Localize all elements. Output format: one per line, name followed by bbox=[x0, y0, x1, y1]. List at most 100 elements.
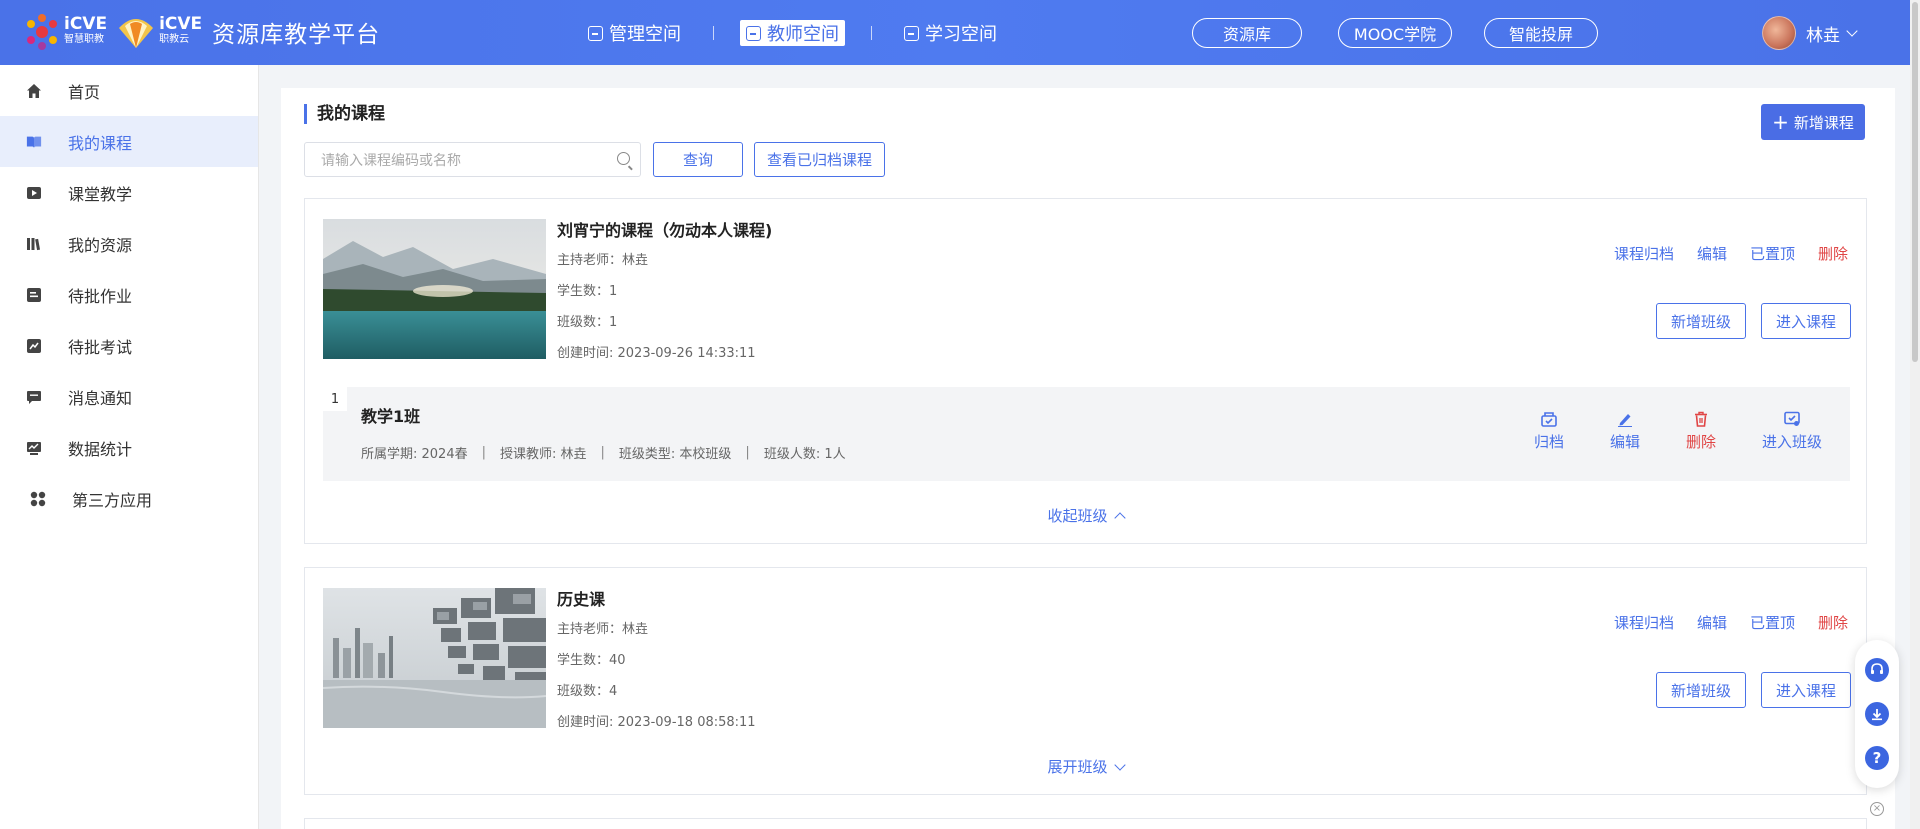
query-button[interactable]: 查询 bbox=[653, 142, 743, 177]
course-created-time: 创建时间: 2023-09-18 08:58:11 bbox=[557, 715, 756, 730]
sidebar-item-messages[interactable]: 消息通知 bbox=[0, 371, 258, 422]
sidebar-item-label: 课堂教学 bbox=[68, 184, 133, 204]
logo1-sub: 智慧职教 bbox=[64, 34, 104, 45]
add-class-button[interactable]: 新增班级 bbox=[1656, 303, 1746, 339]
class-name: 教学1班 bbox=[361, 407, 421, 426]
course-name[interactable]: 刘宵宁的课程（勿动本人课程) bbox=[557, 217, 772, 241]
study-space-icon bbox=[904, 25, 919, 41]
zhijiaoyun-logo-mark bbox=[115, 14, 157, 50]
search-icon[interactable] bbox=[617, 152, 630, 165]
search-input[interactable]: 请输入课程编码或名称 bbox=[304, 142, 641, 177]
pinned-course-link[interactable]: 已置顶 bbox=[1750, 612, 1795, 633]
homework-icon bbox=[26, 287, 42, 303]
edit-class-button[interactable]: 编辑 bbox=[1610, 411, 1640, 452]
sidebar-item-third-party[interactable]: 第三方应用 bbox=[0, 473, 258, 524]
sidebar-item-label: 待批考试 bbox=[68, 337, 133, 357]
user-menu[interactable]: 林垚 bbox=[1762, 16, 1858, 50]
course-host: 主持老师：林垚 bbox=[557, 622, 649, 637]
course-thumbnail[interactable] bbox=[323, 219, 546, 359]
view-archived-button[interactable]: 查看已归档课程 bbox=[754, 142, 885, 177]
meta-divider: | bbox=[481, 445, 486, 460]
space-nav: 管理空间 教师空间 学习空间 bbox=[582, 20, 1003, 46]
delete-class-button[interactable]: 删除 bbox=[1686, 411, 1716, 452]
scrollbar-thumb[interactable] bbox=[1912, 2, 1918, 362]
course-thumbnail[interactable] bbox=[323, 588, 546, 728]
course-actions: 课程归档 编辑 已置顶 删除 bbox=[1591, 612, 1848, 633]
message-icon bbox=[26, 389, 42, 405]
class-meta: 所属学期: 2024春 | 授课教师: 林垚 | 班级类型: 本校班级 | 班级… bbox=[361, 443, 846, 462]
user-name: 林垚 bbox=[1806, 25, 1840, 46]
expand-classes-label: 展开班级 bbox=[1047, 758, 1108, 776]
course-class-count: 班级数：4 bbox=[557, 684, 618, 699]
collapse-classes-label: 收起班级 bbox=[1047, 507, 1108, 525]
delete-course-link[interactable]: 删除 bbox=[1818, 612, 1848, 633]
download-icon[interactable] bbox=[1865, 702, 1889, 726]
add-course-label: 新增课程 bbox=[1793, 113, 1854, 132]
resource-library-button[interactable]: 资源库 bbox=[1192, 18, 1302, 48]
archive-class-label: 归档 bbox=[1534, 433, 1565, 451]
icve-logo-mark bbox=[22, 12, 62, 52]
exam-icon bbox=[26, 338, 42, 354]
nav-divider bbox=[871, 26, 872, 40]
logo-area[interactable]: iCVE 智慧职教 iCVE 职教云 资源库教学平台 bbox=[22, 12, 380, 52]
smart-cast-button[interactable]: 智能投屏 bbox=[1484, 18, 1598, 48]
edit-course-link[interactable]: 编辑 bbox=[1697, 612, 1727, 633]
archive-course-link[interactable]: 课程归档 bbox=[1614, 612, 1674, 633]
delete-course-link[interactable]: 删除 bbox=[1818, 243, 1848, 264]
collapse-classes-toggle[interactable]: 收起班级 bbox=[305, 505, 1866, 526]
course-info: 刘宵宁的课程（勿动本人课程) 主持老师：林垚 学生数：1 班级数：1 创建时间:… bbox=[557, 217, 772, 365]
nav-study-label: 学习空间 bbox=[925, 24, 997, 45]
pinned-course-link[interactable]: 已置顶 bbox=[1750, 243, 1795, 264]
nav-teacher-label: 教师空间 bbox=[767, 24, 839, 45]
help-icon[interactable]: ? bbox=[1865, 746, 1889, 770]
apps-icon bbox=[30, 491, 46, 507]
course-name[interactable]: 历史课 bbox=[557, 586, 756, 610]
mooc-college-button[interactable]: MOOC学院 bbox=[1338, 18, 1452, 48]
enter-course-button[interactable]: 进入课程 bbox=[1761, 303, 1851, 339]
trash-icon bbox=[1692, 411, 1710, 427]
sidebar-item-label: 我的课程 bbox=[68, 133, 133, 153]
sidebar-item-exam[interactable]: 待批考试 bbox=[0, 320, 258, 371]
class-size: 班级人数: 1人 bbox=[763, 447, 846, 462]
course-host: 主持老师：林垚 bbox=[557, 253, 649, 268]
main-content: 我的课程 + 新增课程 请输入课程编码或名称 查询 查看已归档课程 刘宵宁的课程… bbox=[281, 88, 1895, 829]
meta-divider: | bbox=[600, 445, 605, 460]
manage-space-icon bbox=[588, 25, 603, 41]
enter-course-button[interactable]: 进入课程 bbox=[1761, 672, 1851, 708]
course-card: 刘宵宁的课程（勿动本人课程) 主持老师：林垚 学生数：1 班级数：1 创建时间:… bbox=[304, 198, 1867, 544]
sidebar-item-stats[interactable]: 数据统计 bbox=[0, 422, 258, 473]
course-card: 历史课 主持老师：林垚 学生数：40 班级数：4 创建时间: 2023-09-1… bbox=[304, 567, 1867, 795]
edit-course-link[interactable]: 编辑 bbox=[1697, 243, 1727, 264]
chevron-down-icon bbox=[1846, 25, 1858, 37]
course-students: 学生数：40 bbox=[557, 653, 626, 668]
archive-icon bbox=[1540, 411, 1558, 427]
close-icon[interactable]: × bbox=[1870, 802, 1884, 816]
expand-classes-toggle[interactable]: 展开班级 bbox=[305, 756, 1866, 777]
enter-class-label: 进入班级 bbox=[1762, 433, 1823, 451]
add-class-button[interactable]: 新增班级 bbox=[1656, 672, 1746, 708]
customer-service-icon[interactable] bbox=[1865, 658, 1889, 682]
sidebar-item-resources[interactable]: 我的资源 bbox=[0, 218, 258, 269]
page-scrollbar[interactable] bbox=[1910, 0, 1920, 829]
logo1-name: iCVE bbox=[64, 14, 108, 34]
nav-manage-space[interactable]: 管理空间 bbox=[582, 20, 687, 46]
nav-study-space[interactable]: 学习空间 bbox=[898, 20, 1003, 46]
sidebar-item-my-courses[interactable]: 我的课程 bbox=[0, 116, 258, 167]
course-class-count: 班级数：1 bbox=[557, 315, 618, 330]
archive-class-button[interactable]: 归档 bbox=[1534, 411, 1564, 452]
sidebar-item-home[interactable]: 首页 bbox=[0, 65, 258, 116]
class-index: 1 bbox=[323, 387, 347, 411]
sidebar-item-label: 首页 bbox=[68, 82, 101, 102]
top-header: iCVE 智慧职教 iCVE 职教云 资源库教学平台 管理空间 教师空间 学习空… bbox=[0, 0, 1910, 65]
nav-divider bbox=[713, 26, 714, 40]
sidebar-item-classroom[interactable]: 课堂教学 bbox=[0, 167, 258, 218]
enter-class-button[interactable]: 进入班级 bbox=[1762, 411, 1822, 452]
archive-course-link[interactable]: 课程归档 bbox=[1614, 243, 1674, 264]
sidebar-item-label: 第三方应用 bbox=[72, 490, 153, 510]
sidebar-item-homework[interactable]: 待批作业 bbox=[0, 269, 258, 320]
class-term: 所属学期: 2024春 bbox=[361, 447, 468, 462]
add-course-button[interactable]: + 新增课程 bbox=[1761, 104, 1865, 140]
library-icon bbox=[26, 236, 42, 252]
edit-class-label: 编辑 bbox=[1610, 433, 1641, 451]
nav-teacher-space[interactable]: 教师空间 bbox=[740, 20, 845, 46]
